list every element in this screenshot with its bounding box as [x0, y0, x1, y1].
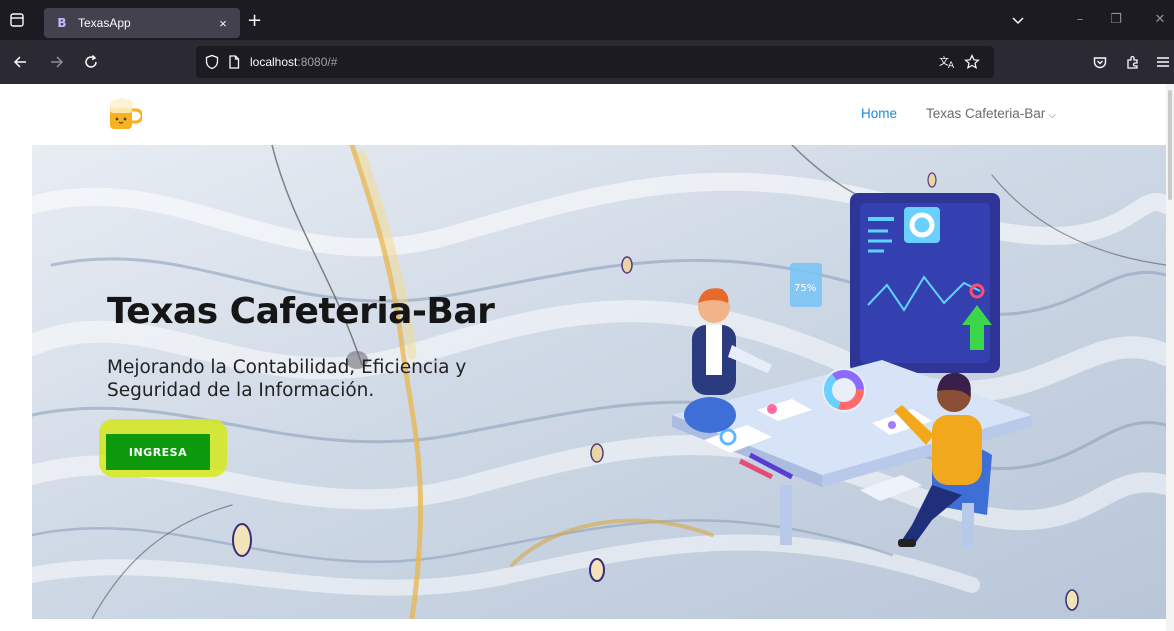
svg-text:A: A	[948, 61, 955, 70]
tab-list-icon[interactable]	[6, 9, 28, 31]
reload-icon[interactable]	[80, 51, 102, 73]
forward-icon[interactable]	[46, 51, 68, 73]
back-icon[interactable]	[9, 51, 31, 73]
translate-icon[interactable]: 文A	[938, 52, 958, 72]
url-path: :8080/#	[297, 55, 338, 69]
url-text: localhost:8080/#	[250, 55, 337, 69]
tracking-shield-icon[interactable]	[202, 52, 222, 72]
beer-mug-logo-icon[interactable]	[106, 96, 144, 132]
menu-icon[interactable]	[1152, 51, 1174, 73]
dashboard-screen-icon	[850, 193, 1000, 373]
bootstrap-favicon-icon: B	[57, 16, 67, 30]
web-page: Home Texas Cafeteria-Bar ⌵ Texas Cafeter…	[0, 84, 1174, 631]
scrollbar-thumb[interactable]	[1168, 90, 1172, 200]
pocket-icon[interactable]	[1089, 51, 1111, 73]
browser-tabbar: B TexasApp × + – ❐ ✕	[0, 0, 1174, 40]
tab-title: TexasApp	[78, 16, 131, 30]
minimize-icon[interactable]: –	[1070, 10, 1090, 30]
extensions-icon[interactable]	[1122, 51, 1144, 73]
hero-subtitle: Mejorando la Contabilidad, Eficiencia y …	[107, 357, 467, 401]
tab-overflow-icon[interactable]	[1008, 10, 1028, 30]
chevron-down-icon: ⌵	[1048, 110, 1056, 121]
stat-badge-text: 75%	[794, 283, 816, 294]
page-info-icon[interactable]	[224, 52, 244, 72]
bookmark-star-icon[interactable]	[962, 52, 982, 72]
new-tab-button[interactable]: +	[247, 12, 262, 30]
restore-icon[interactable]: ❐	[1106, 10, 1126, 30]
nav-cafeteria-label: Texas Cafeteria-Bar	[926, 106, 1046, 121]
site-header: Home Texas Cafeteria-Bar ⌵	[0, 84, 1174, 146]
ingresa-button[interactable]: INGRESA	[106, 434, 210, 470]
browser-tab-active[interactable]: B TexasApp ×	[44, 8, 240, 38]
office-meeting-illustration: 75%	[672, 193, 1032, 549]
nav-cafeteria-dropdown[interactable]: Texas Cafeteria-Bar ⌵	[926, 106, 1056, 121]
url-bar[interactable]: localhost:8080/# 文A	[196, 46, 994, 78]
hero-section: Texas Cafeteria-Bar Mejorando la Contabi…	[32, 145, 1166, 619]
hero-title: Texas Cafeteria-Bar	[107, 291, 495, 332]
tab-close-icon[interactable]: ×	[212, 16, 234, 31]
close-window-icon[interactable]: ✕	[1150, 10, 1170, 30]
nav-home-link[interactable]: Home	[861, 106, 897, 121]
url-host: localhost	[250, 55, 298, 69]
